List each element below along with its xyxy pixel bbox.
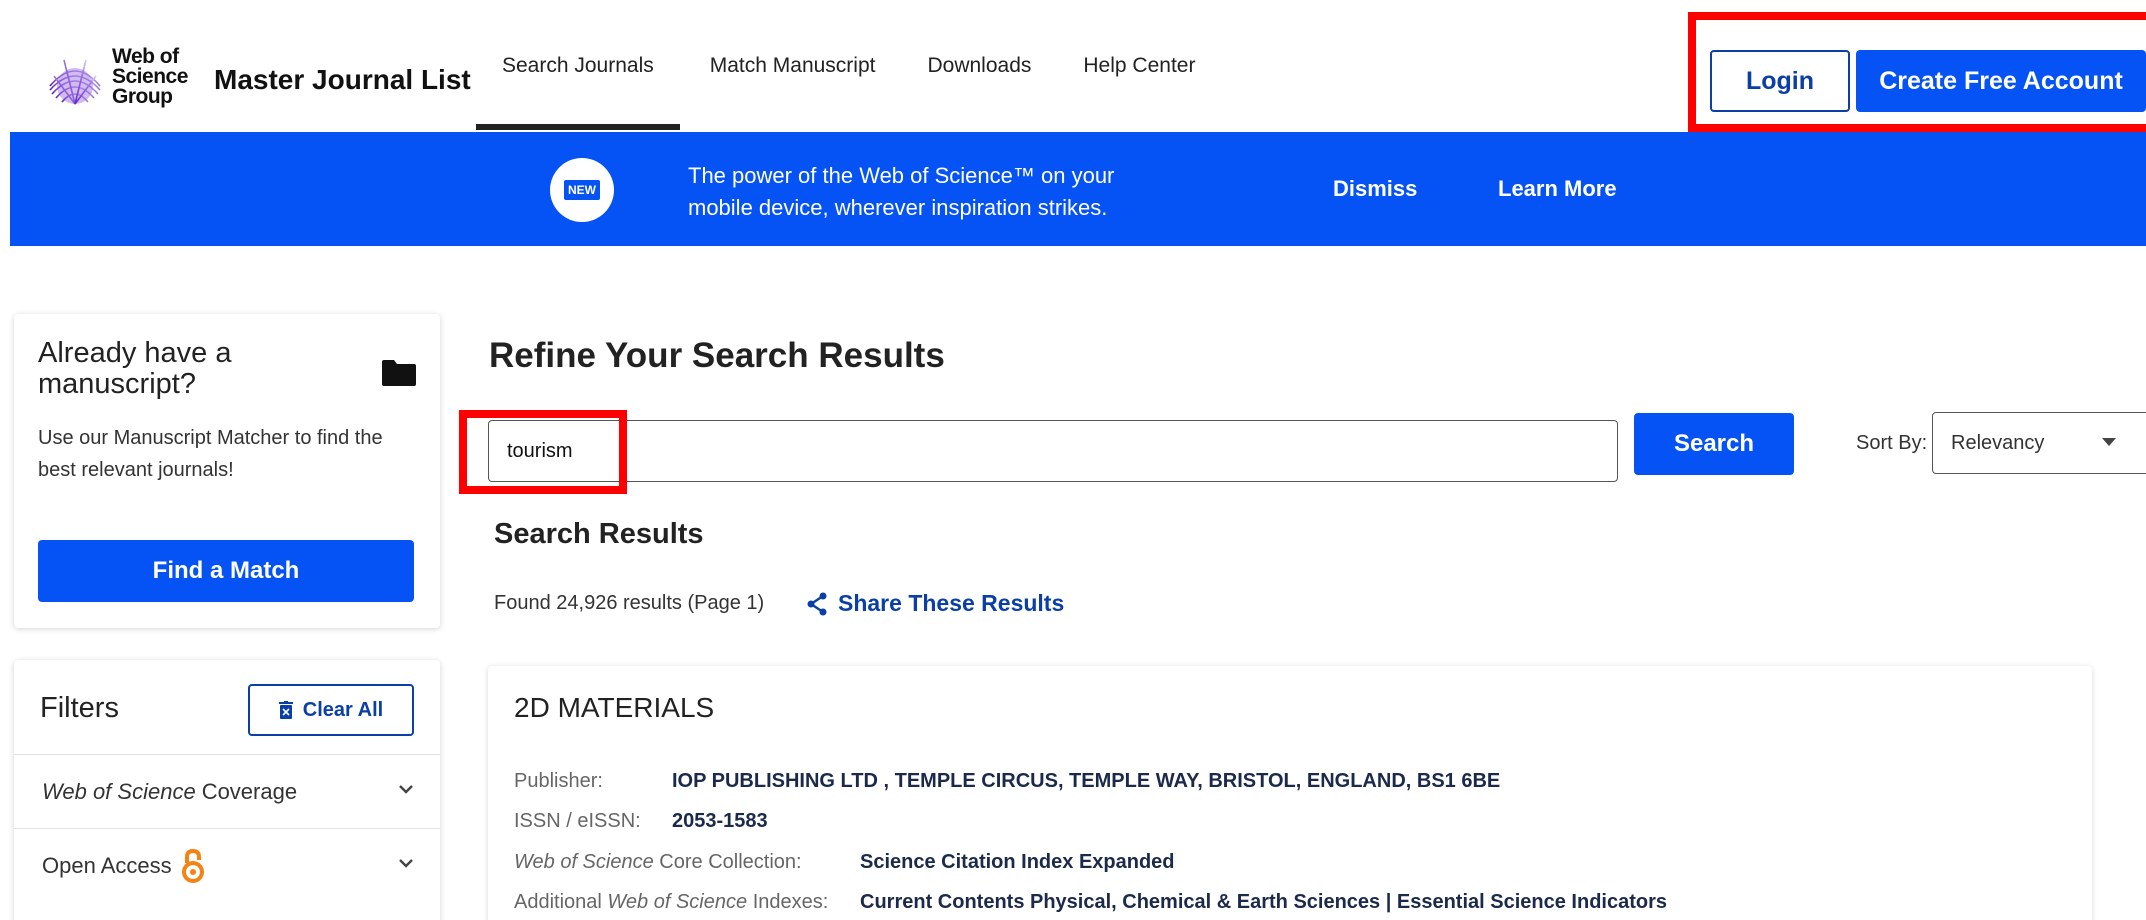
refine-title: Refine Your Search Results [489, 336, 945, 375]
main-nav: Search Journals Match Manuscript Downloa… [476, 0, 1221, 132]
filter-open-access[interactable]: Open Access [14, 828, 440, 902]
logo-sphere-icon [49, 54, 101, 105]
open-access-icon [181, 848, 204, 883]
nav-downloads[interactable]: Downloads [901, 0, 1057, 132]
issn-label: ISSN / eISSN: [514, 810, 641, 832]
results-title: Search Results [494, 518, 704, 550]
filters-title: Filters [40, 692, 119, 724]
chevron-down-icon [399, 785, 413, 794]
journal-title[interactable]: 2D MATERIALS [514, 692, 714, 724]
new-badge-icon: NEW [550, 158, 614, 222]
filters-card: Filters Clear All Web of Science Coverag… [14, 660, 440, 920]
manuscript-card: Already have a manuscript? Use our Manus… [14, 314, 440, 628]
filter-label: Open Access [42, 852, 172, 878]
trash-icon [278, 701, 293, 719]
clear-all-label: Clear All [302, 698, 384, 721]
publisher-label: Publisher: [514, 770, 603, 792]
results-count: Found 24,926 results (Page 1) [494, 592, 765, 614]
issn-row: ISSN / eISSN: 2053-1583 [514, 810, 768, 833]
find-a-match-button[interactable]: Find a Match [38, 540, 414, 602]
journal-result-card: 2D MATERIALS Publisher: IOP PUBLISHING L… [488, 666, 2092, 920]
clear-all-button[interactable]: Clear All [248, 684, 414, 736]
core-collection-label: Web of Science Core Collection: [514, 851, 802, 873]
search-field [488, 420, 1618, 482]
additional-indexes-row: Additional Web of Science Indexes: Curre… [514, 891, 1667, 914]
additional-indexes-value: Current Contents Physical, Chemical & Ea… [860, 891, 1667, 913]
nav-help-center[interactable]: Help Center [1057, 0, 1221, 132]
manuscript-card-description: Use our Manuscript Matcher to find the b… [38, 427, 383, 481]
search-highlight-box [459, 410, 627, 494]
share-results-link[interactable]: Share These Results [806, 590, 1064, 617]
filter-label: Coverage [201, 778, 298, 804]
banner-learn-more-link[interactable]: Learn More [1498, 176, 1617, 202]
nav-match-manuscript[interactable]: Match Manuscript [684, 0, 902, 132]
app-title: Master Journal List [214, 64, 471, 95]
login-button[interactable]: Login [1710, 50, 1850, 112]
filter-label-italic: Web of Science [42, 778, 196, 804]
nav-search-journals[interactable]: Search Journals [476, 0, 680, 132]
publisher-value: IOP PUBLISHING LTD , TEMPLE CIRCUS, TEMP… [672, 770, 1501, 792]
banner-text: The power of the Web of Science™ on your… [688, 163, 1115, 220]
sort-value: Relevancy [1951, 431, 2045, 454]
issn-value: 2053-1583 [672, 810, 768, 832]
core-collection-row: Web of Science Core Collection: Science … [514, 851, 1175, 874]
banner-dismiss-button[interactable]: Dismiss [1333, 176, 1417, 202]
search-input[interactable] [489, 421, 1617, 481]
sort-by-label: Sort By: [1856, 432, 1928, 454]
manuscript-card-title: Already have a manuscript? [38, 337, 232, 400]
publisher-row: Publisher: IOP PUBLISHING LTD , TEMPLE C… [514, 770, 1500, 793]
additional-indexes-label: Additional Web of Science Indexes: [514, 891, 829, 913]
folder-icon [382, 360, 416, 386]
core-collection-value: Science Citation Index Expanded [860, 851, 1175, 873]
share-label: Share These Results [838, 590, 1065, 616]
filter-wos-coverage[interactable]: Web of Science Coverage [14, 754, 440, 828]
promo-banner: NEW The power of the Web of Science™ on … [10, 132, 2146, 246]
logo-text: Web of Science Group [112, 45, 188, 108]
search-button[interactable]: Search [1634, 413, 1794, 475]
create-account-button[interactable]: Create Free Account [1856, 50, 2146, 112]
caret-down-icon [2102, 438, 2116, 446]
share-icon [807, 592, 827, 615]
web-of-science-logo[interactable]: Web of Science Group [44, 46, 188, 108]
chevron-down-icon [399, 859, 413, 868]
